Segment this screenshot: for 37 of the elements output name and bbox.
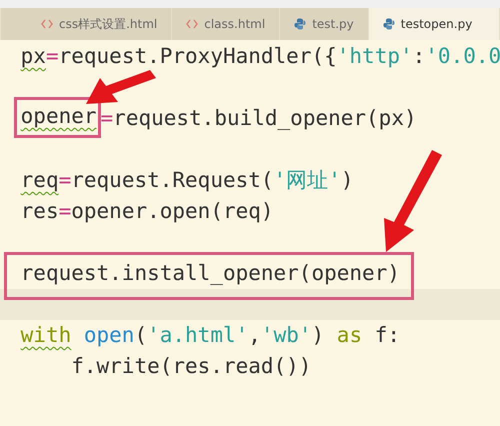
code-token: '网址' xyxy=(274,168,341,192)
code-token: request.install_opener(opener) xyxy=(20,261,400,285)
code-token: f.write(res.read()) xyxy=(70,354,312,378)
code-token: ) xyxy=(340,168,354,192)
python-icon xyxy=(382,18,395,30)
code-token: = xyxy=(58,199,72,223)
code-token: request.ProxyHandler({ xyxy=(58,44,337,68)
code-token: 'a.html' xyxy=(147,323,248,347)
code-token: as xyxy=(336,323,362,347)
code-brackets-icon xyxy=(41,19,53,29)
code-token: ) xyxy=(312,323,326,347)
code-token: request.build_opener(px) xyxy=(113,106,417,130)
code-token: px xyxy=(20,44,46,68)
code-token: req xyxy=(20,168,59,192)
code-token: 'http' xyxy=(336,44,413,68)
code-token: = xyxy=(46,44,59,68)
code-token: = xyxy=(58,168,72,192)
code-token: res xyxy=(20,199,59,223)
code-token: request.Request( xyxy=(71,168,274,192)
code-token: open xyxy=(82,323,134,347)
code-token: with xyxy=(20,323,72,347)
code-token: = xyxy=(100,106,114,130)
file-tab[interactable]: css样式设置.html xyxy=(27,8,172,40)
code-token: , xyxy=(248,323,261,347)
arrow xyxy=(86,70,156,104)
code-brackets-icon xyxy=(186,19,198,29)
code-token: opener xyxy=(14,97,101,138)
file-tab[interactable]: class.html xyxy=(172,8,280,40)
code-editor[interactable]: px=request.ProxyHandler({'http':'0.0.0 opener =request.build_opener(px) req=request.Request('网址') res=opener.open(req) request.install_opener(opener) with open('a.html','wb') as f: f.write(res.read()) xyxy=(0,40,500,426)
code-token: f: xyxy=(374,323,400,347)
file-tab[interactable]: testopen.py xyxy=(368,8,500,40)
python-icon xyxy=(294,18,306,30)
code-token: : xyxy=(412,44,426,68)
code-token: ( xyxy=(134,323,148,347)
code-token: '0.0.0 xyxy=(425,44,500,68)
code-token: opener.open(req) xyxy=(71,199,274,223)
code-token: 'wb' xyxy=(260,323,312,347)
